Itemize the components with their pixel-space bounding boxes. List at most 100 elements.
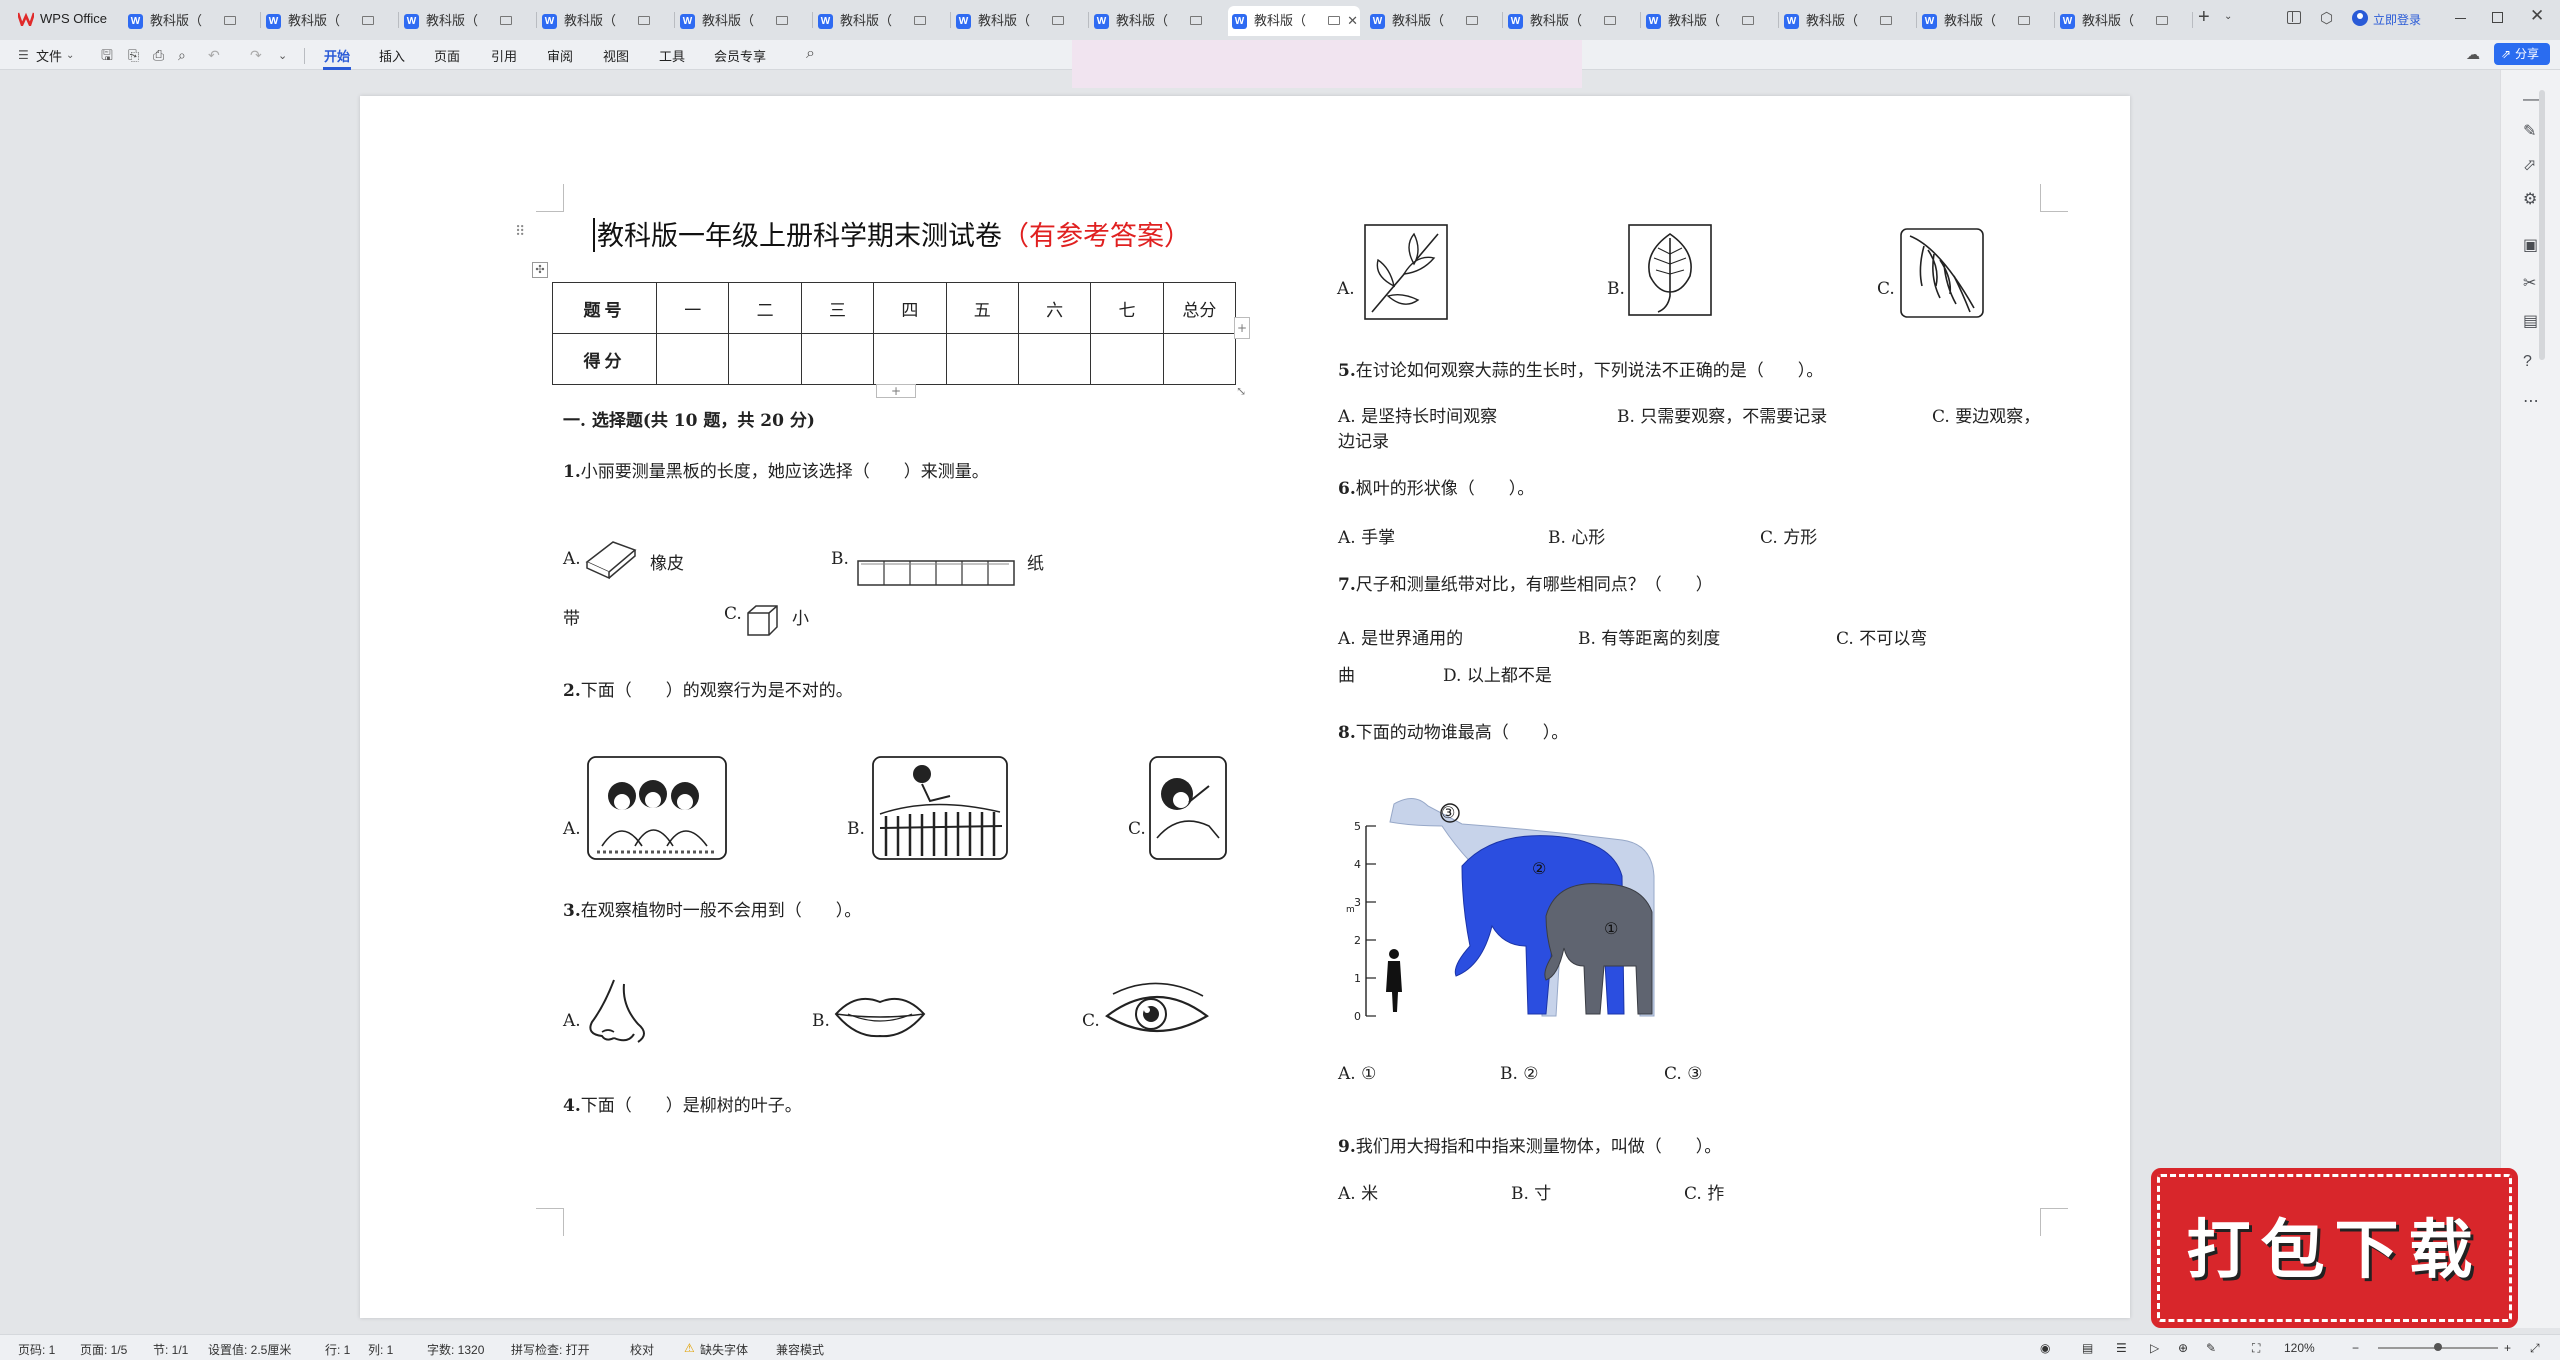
- status-spell[interactable]: 拼写检查: 打开: [511, 1341, 590, 1358]
- ribbon-tab[interactable]: 插入: [379, 46, 405, 65]
- zoom-out-icon[interactable]: −: [2352, 1341, 2359, 1355]
- ribbon-tab[interactable]: 开始: [324, 46, 350, 65]
- status-compat[interactable]: 兼容模式: [776, 1341, 824, 1358]
- status-row[interactable]: 行: 1: [325, 1341, 350, 1358]
- page-view-icon[interactable]: ▤: [2082, 1341, 2093, 1355]
- share-button[interactable]: ⇗ 分享: [2494, 43, 2550, 65]
- monitor-icon[interactable]: [1190, 16, 1202, 25]
- outline-view-icon[interactable]: ☰: [2116, 1341, 2127, 1355]
- close-tab-icon[interactable]: ✕: [1347, 6, 1358, 36]
- document-tab[interactable]: W 教科版（: [1780, 6, 1912, 36]
- pen-icon[interactable]: ✎: [2523, 124, 2536, 140]
- table-cell[interactable]: [873, 333, 947, 385]
- ribbon-tab[interactable]: 视图: [603, 46, 629, 65]
- document-tab[interactable]: W 教科版（: [1918, 6, 2050, 36]
- collapse-icon[interactable]: —: [2523, 92, 2539, 108]
- zoom-level[interactable]: 120%: [2284, 1341, 2315, 1355]
- ribbon-tab[interactable]: 工具: [659, 46, 685, 65]
- status-setting[interactable]: 设置值: 2.5厘米: [208, 1341, 291, 1358]
- document-tab[interactable]: W 教科版（: [814, 6, 946, 36]
- eye-view-icon[interactable]: ◉: [2040, 1341, 2050, 1355]
- table-cell[interactable]: [1090, 333, 1164, 385]
- status-section[interactable]: 节: 1/1: [153, 1341, 188, 1358]
- document-tab[interactable]: W 教科版（: [1090, 6, 1222, 36]
- status-col[interactable]: 列: 1: [368, 1341, 393, 1358]
- menu-icon[interactable]: ☰: [18, 47, 29, 63]
- save-icon[interactable]: 🖫: [101, 47, 113, 63]
- file-menu[interactable]: 文件: [36, 46, 62, 65]
- monitor-icon[interactable]: [1466, 16, 1478, 25]
- vertical-scrollbar[interactable]: [2539, 90, 2545, 360]
- document-tab[interactable]: W 教科版（: [1504, 6, 1636, 36]
- export-pdf-icon[interactable]: ⎘: [128, 47, 139, 63]
- document-tab[interactable]: W 教科版（: [538, 6, 670, 36]
- cloud-icon[interactable]: ☁: [2466, 46, 2480, 62]
- table-cell[interactable]: [945, 333, 1019, 385]
- drag-handle-icon[interactable]: ⠿: [515, 224, 525, 240]
- more-icon[interactable]: ⋯: [2523, 394, 2539, 410]
- cursor-icon[interactable]: ⬀: [2523, 158, 2536, 174]
- monitor-icon[interactable]: [776, 16, 788, 25]
- document-tab[interactable]: W 教科版（: [400, 6, 532, 36]
- new-tab-plus-icon[interactable]: +: [2198, 6, 2210, 29]
- zoom-in-icon[interactable]: +: [2504, 1341, 2511, 1355]
- monitor-icon[interactable]: [914, 16, 926, 25]
- layout-icon[interactable]: [2287, 11, 2301, 24]
- login-link[interactable]: 立即登录: [2373, 11, 2421, 28]
- status-proof[interactable]: 校对: [630, 1341, 654, 1358]
- monitor-icon[interactable]: [1880, 16, 1892, 25]
- monitor-icon[interactable]: [2018, 16, 2030, 25]
- promo-banner[interactable]: [1072, 40, 1582, 88]
- book-icon[interactable]: ▤: [2523, 314, 2538, 330]
- ribbon-tab[interactable]: 页面: [434, 46, 460, 65]
- document-tab[interactable]: W 教科版（: [1366, 6, 1498, 36]
- download-watermark[interactable]: 打包下载: [2151, 1168, 2518, 1328]
- status-words[interactable]: 字数: 1320: [427, 1341, 484, 1358]
- fullscreen-icon[interactable]: ⤢: [2530, 1341, 2540, 1356]
- document-tab[interactable]: W 教科版（: [1642, 6, 1774, 36]
- help-icon[interactable]: ?: [2523, 354, 2532, 370]
- document-tab[interactable]: W 教科版（: [124, 6, 256, 36]
- app-name[interactable]: WPS Office: [40, 11, 107, 26]
- ribbon-tab[interactable]: 引用: [491, 46, 517, 65]
- cube-icon[interactable]: ⬡: [2320, 9, 2333, 27]
- play-icon[interactable]: ▷: [2150, 1341, 2159, 1355]
- table-resize-icon[interactable]: ⤡: [1236, 384, 1246, 398]
- status-font-missing[interactable]: 缺失字体: [700, 1341, 748, 1358]
- minimize-icon[interactable]: [2455, 18, 2466, 20]
- table-cell[interactable]: [800, 333, 875, 385]
- table-cell[interactable]: [728, 333, 802, 385]
- tab-list-chevron-icon[interactable]: ⌄: [2224, 11, 2232, 22]
- table-cell[interactable]: [1162, 333, 1237, 385]
- ribbon-tab[interactable]: 会员专享: [714, 46, 766, 65]
- settings-sliders-icon[interactable]: ⚙: [2523, 192, 2537, 208]
- quick-access-chevron-icon[interactable]: ⌄: [278, 48, 287, 64]
- pen-mode-icon[interactable]: ✎: [2206, 1341, 2216, 1355]
- file-chevron-icon[interactable]: ⌄: [66, 48, 74, 64]
- monitor-icon[interactable]: [638, 16, 650, 25]
- print-preview-icon[interactable]: ⌕: [178, 47, 186, 63]
- monitor-icon[interactable]: [362, 16, 374, 25]
- undo-icon[interactable]: ↶: [208, 47, 220, 63]
- status-pages[interactable]: 页面: 1/5: [80, 1341, 127, 1358]
- print-icon[interactable]: ⎙: [153, 47, 164, 63]
- monitor-icon[interactable]: [2156, 16, 2168, 25]
- add-row-icon[interactable]: +: [876, 384, 916, 398]
- table-cell[interactable]: [655, 333, 730, 385]
- table-move-handle-icon[interactable]: ✣: [532, 262, 548, 278]
- avatar-icon[interactable]: [2352, 10, 2368, 26]
- restore-icon[interactable]: [2492, 12, 2503, 23]
- table-cell[interactable]: [1017, 333, 1092, 385]
- monitor-icon[interactable]: [1742, 16, 1754, 25]
- monitor-icon[interactable]: [224, 16, 236, 25]
- monitor-icon[interactable]: [500, 16, 512, 25]
- document-tab[interactable]: W 教科版（: [262, 6, 394, 36]
- ribbon-tab[interactable]: 审阅: [547, 46, 573, 65]
- monitor-icon[interactable]: [1604, 16, 1616, 25]
- fit-icon[interactable]: ⛶: [2252, 1341, 2260, 1356]
- image-icon[interactable]: ▣: [2523, 238, 2538, 254]
- tools-icon[interactable]: ✂: [2523, 276, 2536, 292]
- document-tab[interactable]: W 教科版（: [2056, 6, 2188, 36]
- document-tab[interactable]: W 教科版（: [952, 6, 1084, 36]
- web-view-icon[interactable]: ⊕: [2178, 1341, 2188, 1355]
